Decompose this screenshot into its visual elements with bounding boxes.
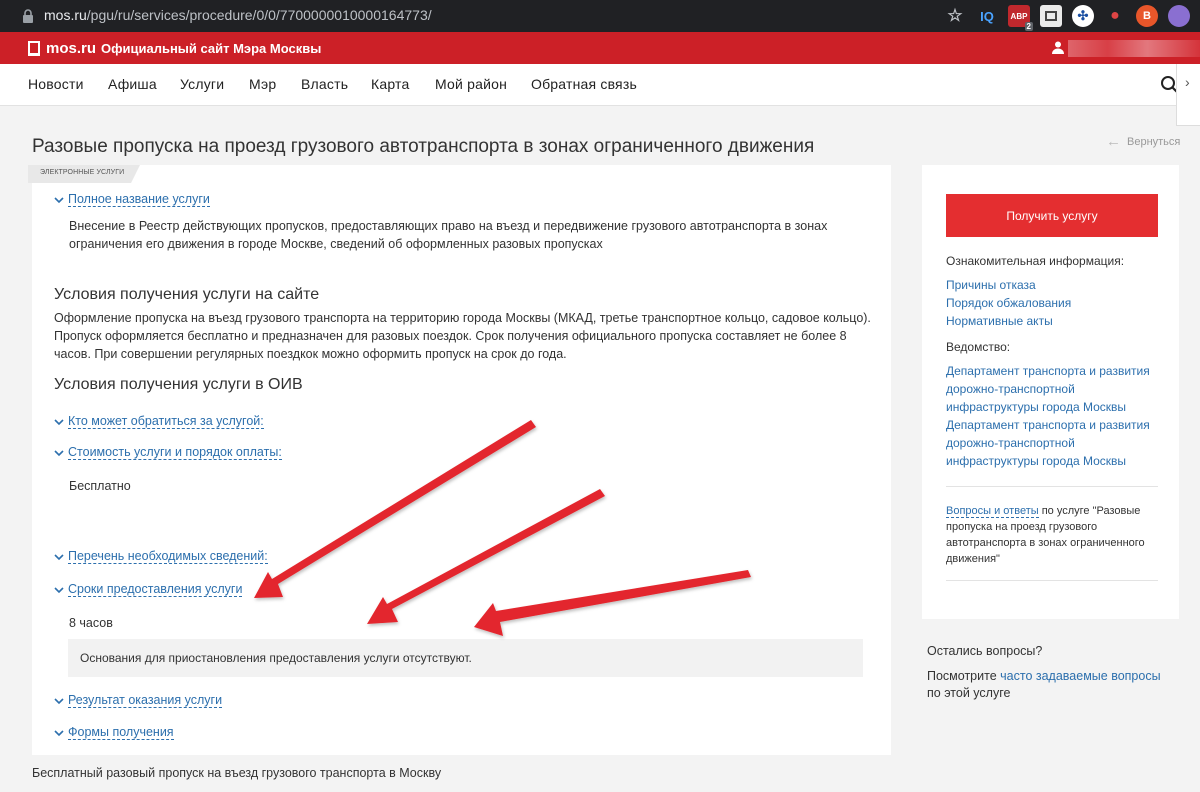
site-header: mos.ru Официальный сайт Мэра Москвы xyxy=(0,32,1200,64)
nav-item-my-district[interactable]: Мой район xyxy=(435,76,507,92)
accordion-result-label: Результат оказания услуги xyxy=(68,693,223,708)
terms-value: 8 часов xyxy=(69,616,113,630)
page-title: Разовые пропуска на проезд грузового авт… xyxy=(32,136,815,157)
main-navigation: Новости Афиша Услуги Мэр Власть Карта Мо… xyxy=(0,64,1200,106)
nav-item-news[interactable]: Новости xyxy=(28,76,84,92)
agency-link-1c[interactable]: инфраструктуры города Москвы xyxy=(946,398,1126,416)
chevron-right-icon: › xyxy=(1185,74,1190,90)
agency-link-2b[interactable]: дорожно-транспортной xyxy=(946,434,1075,452)
url-path: /pgu/ru/services/procedure/0/0/770000001… xyxy=(86,7,432,23)
sidebar-divider xyxy=(946,486,1158,487)
tomato-extension-icon[interactable]: ● xyxy=(1104,5,1126,27)
questions-title: Остались вопросы? xyxy=(927,644,1043,658)
agency-label: Ведомство: xyxy=(946,340,1011,354)
suspension-note: Основания для приостановления предоставл… xyxy=(68,639,863,677)
nav-item-map[interactable]: Карта xyxy=(371,76,409,92)
user-name-blurred[interactable] xyxy=(1068,40,1200,57)
accordion-cost[interactable]: Стоимость услуги и порядок оплаты: xyxy=(54,445,282,460)
e-services-badge: Электронные услуги xyxy=(28,165,140,183)
get-service-button[interactable]: Получить услугу xyxy=(946,194,1158,237)
url-text[interactable]: mos.ru/pgu/ru/services/procedure/0/0/770… xyxy=(44,7,432,23)
chevron-down-icon xyxy=(54,553,64,560)
b-extension-icon[interactable]: B xyxy=(1136,5,1158,27)
regulations-link[interactable]: Нормативные акты xyxy=(946,312,1053,330)
adblock-extension-icon[interactable]: ABP 2 xyxy=(1008,5,1033,31)
back-link[interactable]: ← Вернуться xyxy=(1106,133,1180,150)
accordion-who-label: Кто может обратиться за услугой: xyxy=(68,414,264,429)
accordion-required-info[interactable]: Перечень необходимых сведений: xyxy=(54,549,268,564)
refusal-reasons-link[interactable]: Причины отказа xyxy=(946,276,1036,294)
faq-page-link[interactable]: часто задаваемые вопросы xyxy=(1000,669,1160,683)
faq-block: Вопросы и ответы по услуге "Разовые проп… xyxy=(946,503,1158,567)
questions-text: Посмотрите часто задаваемые вопросы по э… xyxy=(927,668,1177,702)
nav-item-services[interactable]: Услуги xyxy=(180,76,224,92)
info-label: Ознакомительная информация: xyxy=(946,254,1125,268)
side-panel-toggle[interactable]: › xyxy=(1176,64,1200,126)
agency-link-1b[interactable]: дорожно-транспортной xyxy=(946,380,1075,398)
adblock-label: ABP xyxy=(1010,11,1028,21)
chevron-down-icon xyxy=(54,196,64,203)
faq-link[interactable]: Вопросы и ответы xyxy=(946,505,1039,518)
chevron-down-icon xyxy=(54,729,64,736)
nav-item-afisha[interactable]: Афиша xyxy=(108,76,157,92)
accordion-who-can-apply[interactable]: Кто может обратиться за услугой: xyxy=(54,414,264,429)
image-caption: Бесплатный разовый пропуск на въезд груз… xyxy=(32,766,442,780)
url-host: mos.ru xyxy=(44,7,87,23)
site-logo[interactable]: mos.ru xyxy=(46,40,96,57)
accordion-full-name[interactable]: Полное название услуги xyxy=(54,192,210,207)
accordion-required-info-label: Перечень необходимых сведений: xyxy=(68,549,268,564)
cost-value: Бесплатно xyxy=(69,479,131,493)
user-icon[interactable] xyxy=(1052,41,1064,54)
accordion-forms[interactable]: Формы получения xyxy=(54,725,174,740)
accordion-terms[interactable]: Сроки предоставления услуги xyxy=(54,582,243,597)
agency-link-1a[interactable]: Департамент транспорта и развития xyxy=(946,362,1150,380)
accordion-terms-label: Сроки предоставления услуги xyxy=(68,582,243,597)
arrow-left-icon: ← xyxy=(1106,133,1121,150)
iq-extension-icon[interactable]: IQ xyxy=(976,5,998,27)
lock-icon xyxy=(23,9,33,23)
bookmark-star-icon[interactable]: ☆ xyxy=(944,5,966,27)
globe-extension-icon[interactable]: ✣ xyxy=(1072,5,1094,27)
questions-text-before: Посмотрите xyxy=(927,669,1001,683)
adblock-badge: 2 xyxy=(1024,22,1033,31)
chevron-down-icon xyxy=(54,586,64,593)
accordion-cost-label: Стоимость услуги и порядок оплаты: xyxy=(68,445,282,460)
appeal-procedure-link[interactable]: Порядок обжалования xyxy=(946,294,1071,312)
site-conditions-heading: Условия получения услуги на сайте xyxy=(54,286,320,303)
window-extension-icon[interactable] xyxy=(1040,5,1062,27)
nav-item-mayor[interactable]: Мэр xyxy=(249,76,276,92)
oiv-conditions-heading: Условия получения услуги в ОИВ xyxy=(54,376,303,393)
nav-item-government[interactable]: Власть xyxy=(301,76,348,92)
back-label: Вернуться xyxy=(1127,135,1181,148)
browser-address-bar[interactable]: mos.ru/pgu/ru/services/procedure/0/0/770… xyxy=(0,0,1200,32)
chevron-down-icon xyxy=(54,697,64,704)
accordion-result[interactable]: Результат оказания услуги xyxy=(54,693,223,708)
chevron-down-icon xyxy=(54,449,64,456)
questions-text-after: по этой услуге xyxy=(927,686,1011,700)
nav-item-feedback[interactable]: Обратная связь xyxy=(531,76,637,92)
accordion-full-name-label: Полное название услуги xyxy=(68,192,210,207)
browser-extensions: ☆ IQ ABP2 ✣ ● B ✎ xyxy=(944,5,1190,31)
accordion-forms-label: Формы получения xyxy=(68,725,174,740)
mos-logo-icon[interactable] xyxy=(28,41,40,56)
full-name-text: Внесение в Реестр действующих пропусков,… xyxy=(69,219,828,251)
chevron-down-icon xyxy=(54,418,64,425)
profile-avatar[interactable] xyxy=(1168,5,1190,27)
agency-link-2c[interactable]: инфраструктуры города Москвы xyxy=(946,452,1126,470)
site-tagline: Официальный сайт Мэра Москвы xyxy=(101,41,322,56)
site-conditions-text: Оформление пропуска на въезд грузового т… xyxy=(54,311,871,361)
agency-link-2a[interactable]: Департамент транспорта и развития xyxy=(946,416,1150,434)
sidebar-divider xyxy=(946,580,1158,581)
